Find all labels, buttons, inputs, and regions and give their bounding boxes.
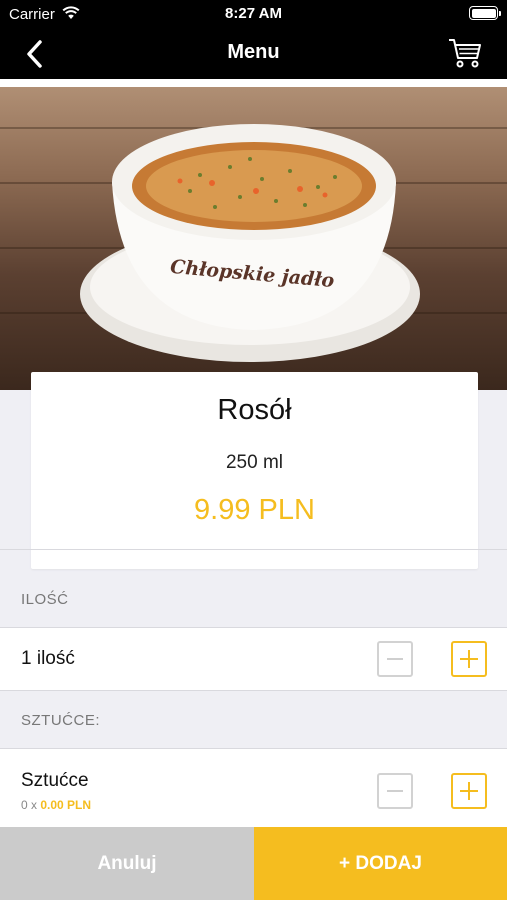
quantity-label: 1 ilość [21,648,75,669]
product-name: Rosół [217,394,292,426]
quantity-row: 1 ilość [0,628,507,690]
divider [0,549,507,550]
cutlery-price: 0.00 PLN [40,798,92,812]
cutlery-increment-button[interactable] [451,773,487,809]
minus-icon [387,658,403,660]
cutlery-row: Sztućce 0 x 0.00 PLN [0,749,507,827]
quantity-section-header: ILOŚĆ [21,591,69,608]
divider [0,690,507,691]
cutlery-price-summary: 0 x 0.00 PLN [21,798,91,812]
cutlery-count: 0 x [21,798,38,812]
nav-divider [0,79,507,87]
quantity-increment-button[interactable] [451,641,487,677]
battery-icon [469,6,501,20]
soup-bowl-illustration [80,124,420,362]
status-time: 8:27 AM [225,5,282,22]
plus-icon [460,782,478,800]
product-image: Chłopskie jadło [0,87,507,390]
quantity-decrement-button[interactable] [377,641,413,677]
cart-button[interactable] [447,36,483,70]
cancel-button[interactable]: Anuluj [0,827,254,900]
cutlery-section-header: SZTUĆCE: [21,712,100,729]
minus-icon [387,790,403,792]
page-title: Menu [227,41,280,63]
product-volume: 250 ml [225,452,284,473]
cutlery-label: Sztućce [21,770,89,791]
nav-bar: Menu [0,28,507,79]
plus-icon [460,650,478,668]
product-card: Rosół 250 ml 9.99 PLN [31,372,478,569]
status-bar: Carrier 8:27 AM [0,0,507,28]
add-to-cart-button[interactable]: + DODAJ [254,827,507,900]
action-footer: Anuluj + DODAJ [0,827,507,900]
product-price: 9.99 PLN [194,494,315,526]
cart-icon [449,39,481,68]
cutlery-decrement-button[interactable] [377,773,413,809]
